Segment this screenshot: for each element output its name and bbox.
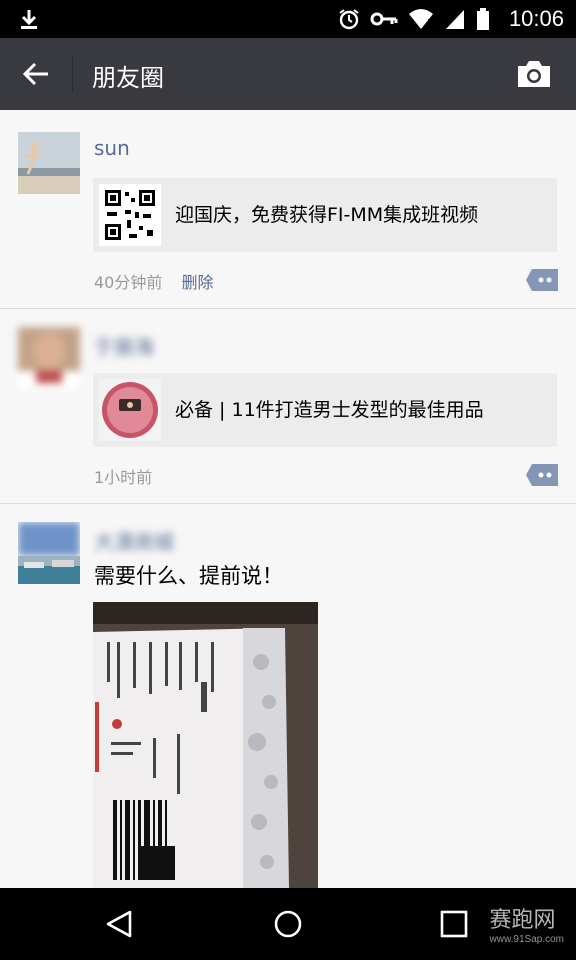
watermark-url: www.91Sap.com (489, 934, 564, 945)
recents-icon[interactable] (438, 908, 470, 940)
post-meta: 40分钟前 删除 (94, 269, 213, 293)
post-author-name[interactable]: sun (94, 136, 130, 160)
navigation-bar: 赛跑网 www.91Sap.com (0, 888, 576, 960)
alarm-icon (339, 9, 359, 30)
page-title: 朋友圈 (92, 64, 164, 92)
post-timestamp: 40分钟前 (94, 273, 163, 292)
post-text: 需要什么、提前说！ (94, 564, 283, 588)
post-author-name[interactable]: 于振海 (94, 331, 154, 360)
avatar[interactable] (18, 522, 80, 584)
shared-link-title: 必备 | 11件打造男士发型的最佳用品 (175, 399, 484, 421)
post-photo[interactable] (93, 602, 318, 888)
title-bar: 朋友圈 (0, 38, 576, 110)
avatar[interactable] (18, 327, 80, 389)
battery-icon (477, 8, 489, 30)
signal-icon (446, 10, 464, 29)
download-icon (21, 10, 37, 29)
post-meta: 1小时前 (94, 464, 152, 488)
status-bar: 10:06 (0, 0, 576, 38)
qr-code-thumbnail (99, 184, 161, 246)
comment-icon[interactable] (526, 464, 558, 486)
shared-link-card[interactable]: 迎国庆，免费获得FI-MM集成班视频 (93, 178, 557, 252)
watermark-text: 赛跑网 (489, 908, 556, 933)
shared-link-title: 迎国庆，免费获得FI-MM集成班视频 (175, 204, 479, 226)
moment-post: sun 迎国庆，免费获得FI-MM集成班视频 40分钟前 删除 (0, 110, 576, 309)
avatar[interactable] (18, 132, 80, 194)
home-icon[interactable] (272, 908, 304, 940)
status-icons (338, 8, 490, 30)
clock: 10:06 (508, 6, 564, 31)
camera-icon[interactable] (516, 59, 552, 89)
watermark: 赛跑网 www.91Sap.com (490, 902, 564, 945)
shared-link-card[interactable]: 必备 | 11件打造男士发型的最佳用品 (93, 373, 557, 447)
comment-icon[interactable] (526, 269, 558, 291)
moments-feed[interactable]: sun 迎国庆，免费获得FI-MM集成班视频 40分钟前 删除 于振海 必备 |… (0, 110, 576, 888)
article-thumbnail (99, 379, 161, 441)
delete-link[interactable]: 删除 (181, 273, 213, 292)
post-timestamp: 1小时前 (94, 468, 153, 487)
back-arrow-icon[interactable] (22, 60, 50, 88)
title-divider (72, 56, 73, 92)
wifi-icon (409, 9, 433, 29)
post-author-name[interactable]: 大漠商城 (94, 526, 174, 555)
key-icon (370, 12, 398, 26)
back-icon[interactable] (104, 908, 136, 940)
moment-post: 于振海 必备 | 11件打造男士发型的最佳用品 1小时前 (0, 309, 576, 504)
